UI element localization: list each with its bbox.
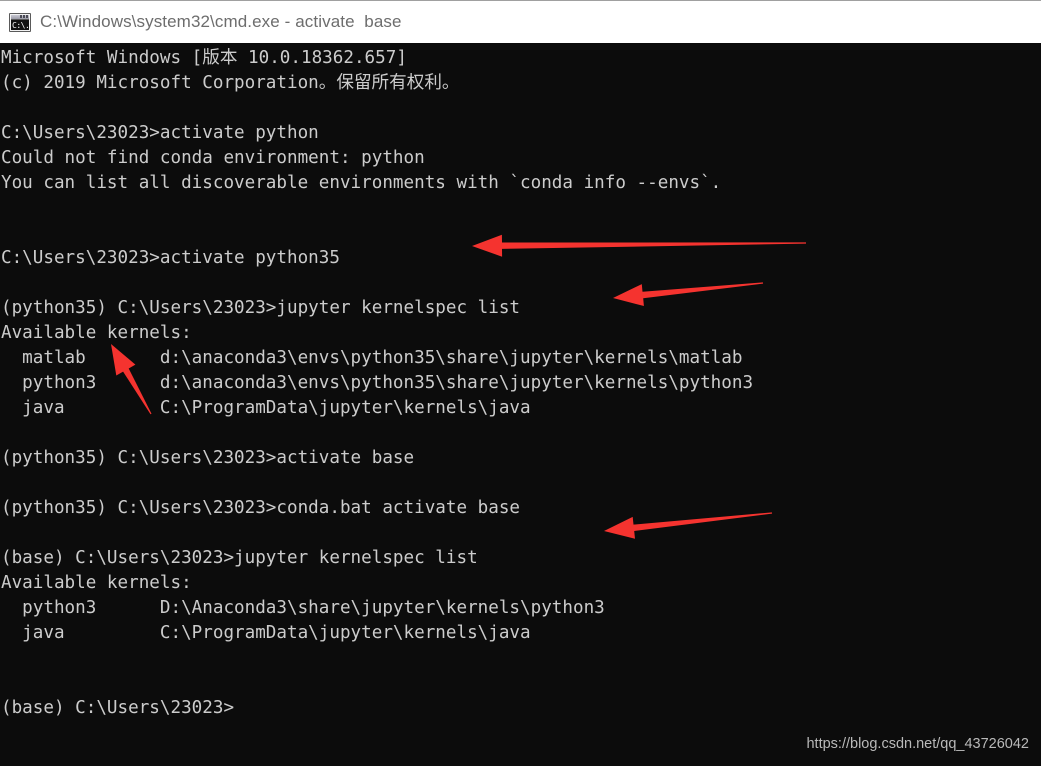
console-line: (base) C:\Users\23023>jupyter kernelspec… (1, 548, 478, 568)
console-line: (c) 2019 Microsoft Corporation。保留所有权利。 (1, 73, 460, 93)
window-titlebar[interactable]: C:\. C:\Windows\system32\cmd.exe - activ… (0, 0, 1041, 43)
console-line: C:\Users\23023>activate python (1, 123, 319, 143)
watermark-url: https://blog.csdn.net/qq_43726042 (806, 736, 1029, 752)
console-line: C:\Users\23023>activate python35 (1, 248, 340, 268)
console-line: Could not find conda environment: python (1, 148, 425, 168)
console-line: python3 D:\Anaconda3\share\jupyter\kerne… (1, 598, 605, 618)
window-title: C:\Windows\system32\cmd.exe - activate b… (40, 12, 402, 31)
console-line: (base) C:\Users\23023> (1, 698, 235, 718)
console-line: (python35) C:\Users\23023>jupyter kernel… (1, 298, 521, 318)
cmd-icon-buttons (20, 14, 28, 18)
console-line: Available kernels: (1, 323, 192, 343)
console-line: Microsoft Windows [版本 10.0.18362.657] (1, 48, 407, 68)
console-line: matlab d:\anaconda3\envs\python35\share\… (1, 348, 743, 368)
console-line: python3 d:\anaconda3\envs\python35\share… (1, 373, 754, 393)
console-output-area[interactable]: Microsoft Windows [版本 10.0.18362.657] (c)… (0, 43, 1041, 766)
console-text: Microsoft Windows [版本 10.0.18362.657] (c)… (1, 46, 1041, 721)
cmd-icon: C:\. (9, 12, 31, 32)
cmd-window: C:\. C:\Windows\system32\cmd.exe - activ… (0, 0, 1041, 766)
console-line: java C:\ProgramData\jupyter\kernels\java (1, 398, 531, 418)
cmd-icon-screen-text: C:\. (11, 19, 29, 30)
console-line: (python35) C:\Users\23023>activate base (1, 448, 415, 468)
console-line: java C:\ProgramData\jupyter\kernels\java (1, 623, 531, 643)
console-line: (python35) C:\Users\23023>conda.bat acti… (1, 498, 521, 518)
console-line: You can list all discoverable environmen… (1, 173, 722, 193)
console-line: Available kernels: (1, 573, 192, 593)
